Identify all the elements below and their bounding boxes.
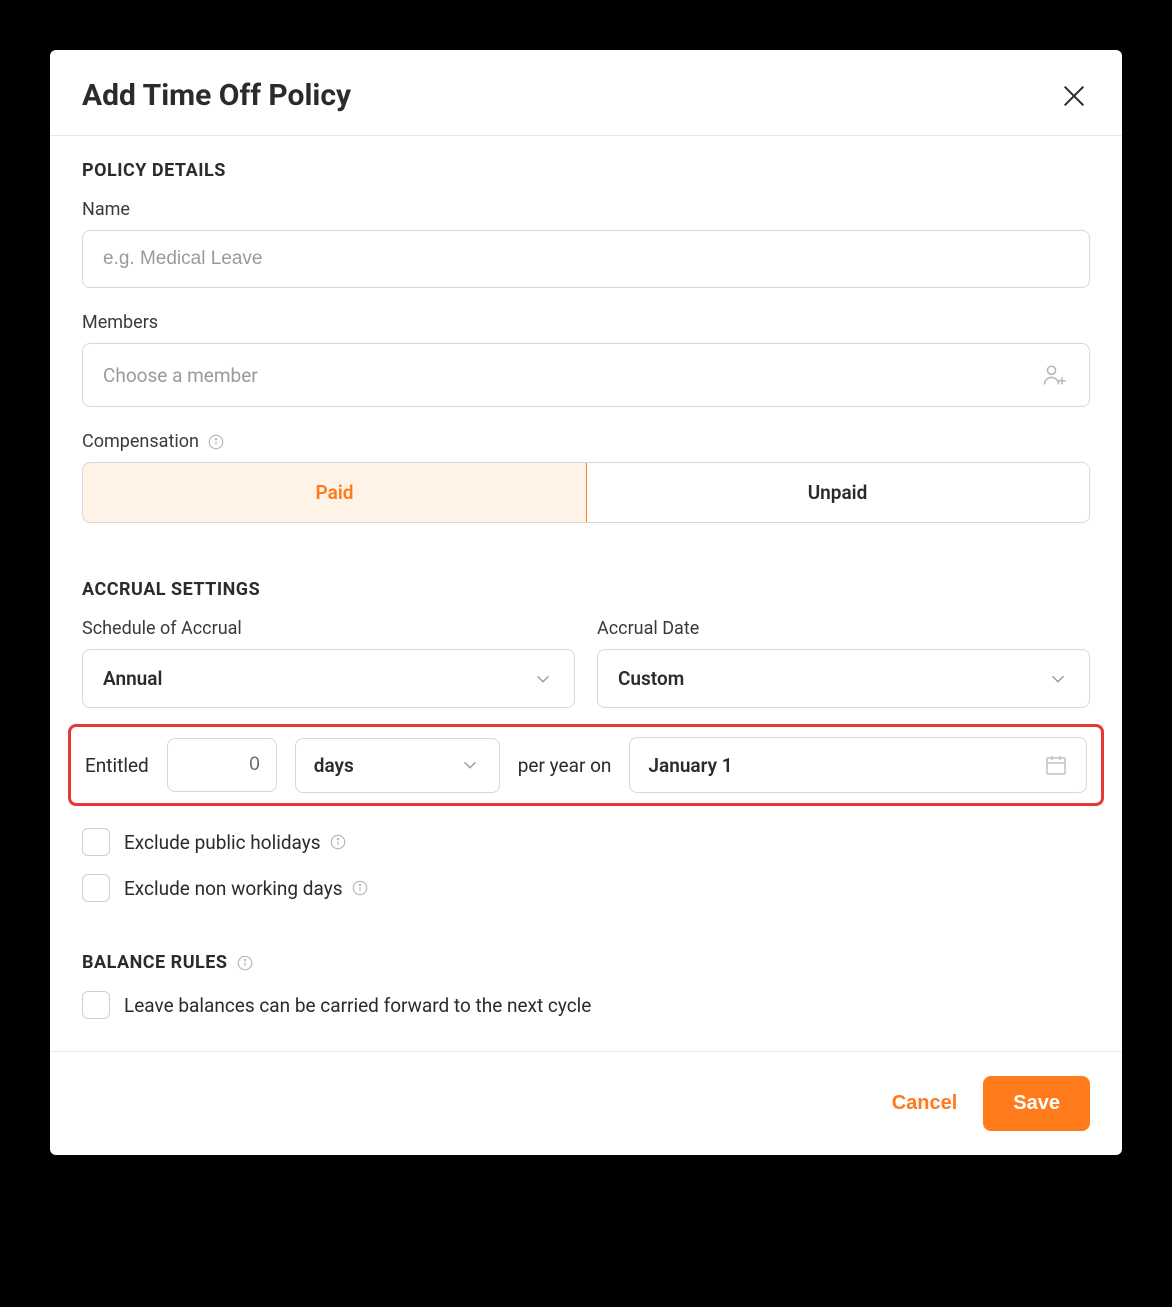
- close-icon[interactable]: [1058, 80, 1090, 112]
- accrual-date-select[interactable]: Custom: [597, 649, 1090, 708]
- info-icon[interactable]: [207, 433, 225, 451]
- carry-forward-label: Leave balances can be carried forward to…: [124, 994, 591, 1017]
- members-label: Members: [82, 312, 1090, 333]
- policy-details-heading: POLICY DETAILS: [82, 160, 1090, 181]
- accrual-row: Schedule of Accrual Annual Accrual Date …: [82, 618, 1090, 708]
- unit-value: days: [314, 754, 354, 777]
- info-icon[interactable]: [329, 833, 347, 851]
- members-field-group: Members Choose a member: [82, 312, 1090, 407]
- accrual-date-value: Custom: [618, 667, 684, 690]
- schedule-value: Annual: [103, 667, 162, 690]
- info-icon[interactable]: [351, 879, 369, 897]
- members-select[interactable]: Choose a member: [82, 343, 1090, 407]
- exclude-nonworking-label: Exclude non working days: [124, 877, 369, 900]
- balance-rules-heading: BALANCE RULES: [82, 952, 1090, 973]
- add-time-off-policy-modal: Add Time Off Policy POLICY DETAILS Name …: [50, 50, 1122, 1155]
- chevron-down-icon: [532, 668, 554, 690]
- info-icon[interactable]: [236, 954, 254, 972]
- name-input[interactable]: [82, 230, 1090, 288]
- carry-forward-checkbox[interactable]: [82, 991, 110, 1019]
- exclude-nonworking-row: Exclude non working days: [82, 874, 1090, 902]
- name-field-group: Name: [82, 199, 1090, 288]
- compensation-toggle: Paid Unpaid: [82, 462, 1090, 523]
- calendar-icon: [1044, 753, 1068, 777]
- entitlement-row-highlighted: Entitled days per year on January 1: [68, 724, 1104, 806]
- compensation-label: Compensation: [82, 431, 1090, 452]
- exclude-holidays-checkbox[interactable]: [82, 828, 110, 856]
- cancel-button[interactable]: Cancel: [888, 1084, 962, 1123]
- chevron-down-icon: [459, 754, 481, 776]
- exclude-holidays-label: Exclude public holidays: [124, 831, 347, 854]
- entitled-amount-input[interactable]: [167, 738, 277, 792]
- modal-header: Add Time Off Policy: [50, 50, 1122, 136]
- accrual-date-field-group: Accrual Date Custom: [597, 618, 1090, 708]
- accrual-settings-heading: ACCRUAL SETTINGS: [82, 579, 1090, 600]
- entitlement-unit-select[interactable]: days: [295, 738, 500, 793]
- modal-title: Add Time Off Policy: [82, 78, 351, 113]
- accrual-on-date-select[interactable]: January 1: [629, 737, 1087, 793]
- compensation-unpaid-option[interactable]: Unpaid: [586, 463, 1089, 522]
- members-placeholder: Choose a member: [103, 364, 258, 387]
- schedule-select[interactable]: Annual: [82, 649, 575, 708]
- chevron-down-icon: [1047, 668, 1069, 690]
- per-year-label: per year on: [518, 754, 612, 777]
- person-add-icon: [1041, 361, 1069, 389]
- schedule-field-group: Schedule of Accrual Annual: [82, 618, 575, 708]
- save-button[interactable]: Save: [983, 1076, 1090, 1131]
- compensation-field-group: Compensation Paid Unpaid: [82, 431, 1090, 523]
- exclude-nonworking-checkbox[interactable]: [82, 874, 110, 902]
- modal-body: POLICY DETAILS Name Members Choose a mem…: [50, 136, 1122, 1051]
- name-label: Name: [82, 199, 1090, 220]
- schedule-label: Schedule of Accrual: [82, 618, 575, 639]
- accrual-on-date-value: January 1: [648, 754, 732, 777]
- accrual-date-label: Accrual Date: [597, 618, 1090, 639]
- exclude-holidays-row: Exclude public holidays: [82, 828, 1090, 856]
- compensation-paid-option[interactable]: Paid: [82, 462, 587, 523]
- entitled-label: Entitled: [85, 754, 149, 777]
- carry-forward-row: Leave balances can be carried forward to…: [82, 991, 1090, 1019]
- modal-footer: Cancel Save: [50, 1051, 1122, 1155]
